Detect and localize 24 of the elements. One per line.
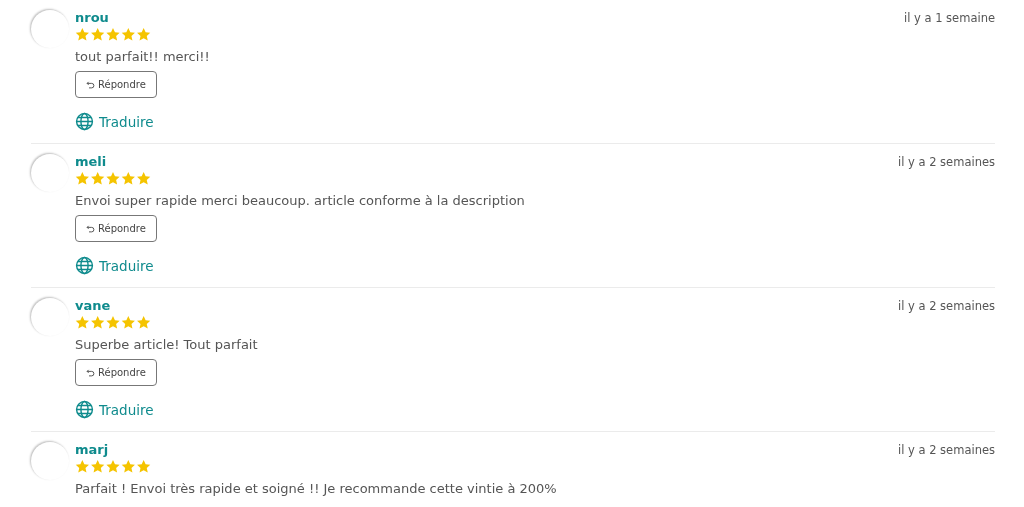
reviewer-name[interactable]: nrou — [75, 10, 109, 26]
globe-icon — [75, 256, 94, 275]
review-date: il y a 2 semaines — [897, 443, 995, 457]
review-date: il y a 1 semaine — [903, 11, 995, 25]
reply-button[interactable]: Répondre — [75, 71, 157, 98]
translate-link[interactable]: Traduire — [75, 256, 154, 275]
reviewer-name[interactable]: vane — [75, 298, 111, 314]
reply-icon — [86, 80, 95, 89]
review-text: Parfait ! Envoi très rapide et soigné !! Je recommande cette vintie à 200% — [75, 480, 557, 497]
translate-link[interactable]: Traduire — [75, 112, 154, 131]
reviewer-name[interactable]: meli — [75, 154, 107, 170]
review-date: il y a 2 semaines — [897, 155, 995, 169]
reply-icon — [86, 368, 95, 377]
review-text: Superbe article! Tout parfait — [75, 336, 258, 353]
globe-icon — [75, 112, 94, 131]
reply-button[interactable]: Répondre — [75, 215, 157, 242]
reply-button[interactable]: Répondre — [75, 359, 157, 386]
review-text: Envoi super rapide merci beaucoup. article conforme à la description — [75, 192, 525, 209]
review-text: tout parfait!! merci!! — [75, 48, 210, 65]
review-date: il y a 2 semaines — [897, 299, 995, 313]
translate-link[interactable]: Traduire — [75, 400, 154, 419]
reply-icon — [86, 224, 95, 233]
reviewer-name[interactable]: marj — [75, 442, 109, 458]
globe-icon — [75, 400, 94, 419]
